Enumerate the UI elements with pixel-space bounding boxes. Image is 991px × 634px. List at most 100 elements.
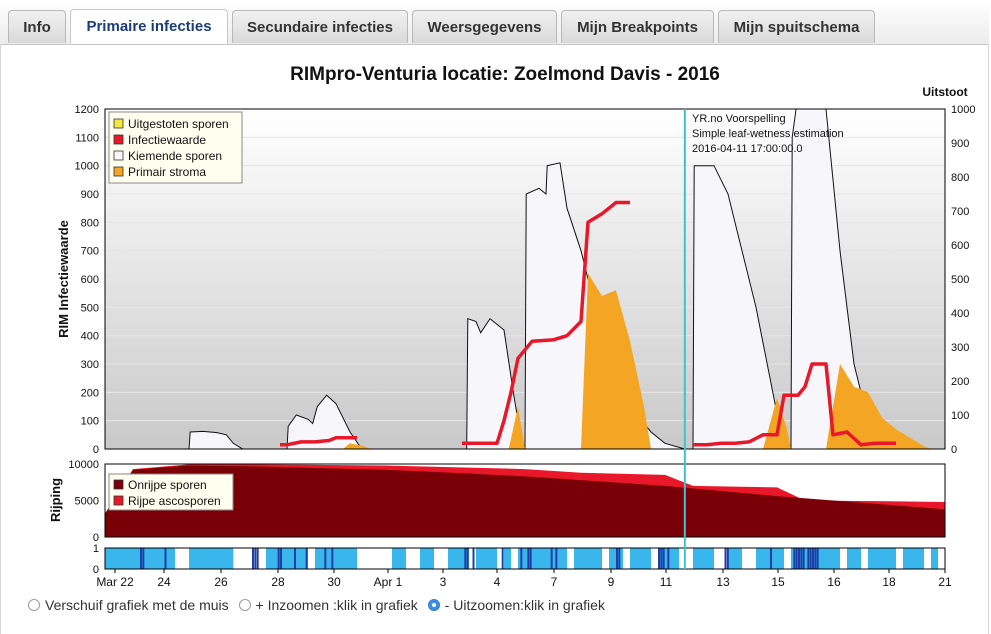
tab-info[interactable]: Info [8, 10, 66, 43]
legend-label: Rijpe ascosporen [128, 494, 221, 508]
left-tick-label: 1000 [75, 161, 99, 173]
rain-bar [724, 548, 727, 569]
right-tick-label: 400 [951, 308, 969, 320]
option-pan[interactable]: Verschuif grafiek met de muis [28, 597, 229, 613]
rain-bar [550, 548, 553, 569]
x-tick-label: 3 [440, 575, 447, 589]
ripening-legend: Onrijpe sporen Rijpe ascosporen [108, 473, 234, 511]
rain-bar [816, 548, 819, 569]
wetness-series [105, 548, 938, 569]
ripening-ylabel: Rijping [48, 478, 63, 522]
option-zoom-in[interactable]: + Inzoomen :klik in grafiek [238, 597, 418, 613]
rain-bar [464, 548, 467, 569]
rain-bar [802, 548, 805, 569]
left-tick-label: 600 [81, 274, 99, 286]
main-right-axis: 0 100 200 300 400 500 600 700 800 900 1000 [951, 104, 975, 456]
right-tick-label: 1000 [951, 104, 975, 116]
tab-weersgegevens[interactable]: Weersgegevens [412, 10, 557, 43]
legend-swatch [113, 479, 124, 490]
annotation-line-3: 2016-04-11 17:00:00.0 [692, 143, 803, 155]
right-tick-label: 900 [951, 138, 969, 150]
x-tick-label: 24 [157, 575, 171, 589]
rain-bar [305, 548, 308, 569]
rain-bar [616, 548, 618, 569]
legend-label: Onrijpe sporen [128, 478, 207, 492]
rain-bar [140, 548, 142, 569]
legend-swatch [113, 495, 124, 506]
leaf-wetness-bar [476, 548, 497, 569]
rain-bar [662, 548, 665, 569]
option-zoom-out-label: - Uitzoomen:klik in grafiek [444, 597, 605, 613]
rain-bar [667, 548, 670, 569]
right-tick-label: 200 [951, 376, 969, 388]
right-tick-label: 100 [951, 410, 969, 422]
x-tick-label: 26 [214, 575, 228, 589]
rain-bar [331, 548, 334, 569]
left-tick-label: 400 [81, 331, 99, 343]
legend-swatch [113, 134, 124, 145]
radio-zoom-in[interactable] [238, 599, 251, 611]
leaf-wetness-bar [847, 548, 861, 569]
rain-bar [527, 548, 530, 569]
leaf-wetness-bar [903, 548, 924, 569]
rain-bar [520, 548, 523, 569]
right-tick-label: 700 [951, 206, 969, 218]
x-tick-label: Mar 22 [96, 575, 134, 589]
x-tick-label: 18 [882, 575, 896, 589]
tab-mijn-breakpoints[interactable]: Mijn Breakpoints [561, 10, 714, 43]
wetness-tick-label: 1 [93, 543, 99, 555]
chart-controls: Verschuif grafiek met de muis + Inzoomen… [28, 597, 611, 614]
x-tick-label: 4 [494, 575, 501, 589]
rain-bar [800, 548, 803, 569]
rain-bar [809, 548, 812, 569]
leaf-wetness-bar [266, 548, 308, 569]
tab-primaire-infecties[interactable]: Primaire infecties [70, 9, 228, 44]
date-axis: Mar 22 24 26 28 30 Apr 1 3 4 7 9 11 13 15 16 18 21 [96, 569, 952, 589]
rain-bar [726, 548, 729, 569]
rain-bar [798, 548, 800, 569]
leaf-wetness-bar [518, 548, 567, 569]
right-tick-label: 600 [951, 240, 969, 252]
x-tick-label: 9 [608, 575, 615, 589]
rain-bar [529, 548, 532, 569]
tab-mijn-spuitschema[interactable]: Mijn spuitschema [718, 10, 875, 43]
rain-bar [277, 548, 280, 569]
x-tick-label: 7 [551, 575, 558, 589]
rain-bar [618, 548, 621, 569]
leaf-wetness-bar [315, 548, 357, 569]
rain-bar [658, 548, 660, 569]
option-zoom-in-label: + Inzoomen :klik in grafiek [255, 597, 418, 613]
rain-bar [252, 548, 254, 569]
x-tick-label: 11 [660, 575, 673, 589]
legend-label: Kiemende sporen [128, 149, 222, 163]
tab-secundaire-infecties[interactable]: Secundaire infecties [232, 10, 408, 43]
rain-bar [280, 548, 282, 569]
chart-title: RIMpro-Venturia locatie: Zoelmond Davis … [290, 64, 720, 85]
legend-swatch [113, 150, 124, 161]
rain-bar [501, 548, 504, 569]
right-axis-label: Uitstoot [922, 85, 967, 99]
x-tick-label: 28 [271, 575, 285, 589]
left-tick-label: 0 [93, 444, 99, 456]
rain-bar [812, 548, 814, 569]
x-tick-label: 15 [771, 575, 785, 589]
leaf-wetness-bar [574, 548, 602, 569]
radio-zoom-out[interactable] [427, 599, 440, 611]
left-tick-label: 1200 [75, 104, 99, 116]
left-tick-label: 500 [81, 302, 99, 314]
leaf-wetness-bar [931, 548, 938, 569]
x-tick-label: 30 [327, 575, 341, 589]
left-tick-label: 700 [81, 246, 99, 258]
rain-bar [466, 548, 469, 569]
option-zoom-out[interactable]: - Uitzoomen:klik in grafiek [427, 597, 605, 613]
legend-label: Infectiewaarde [128, 133, 206, 147]
main-left-axis: 0 100 200 300 400 500 600 700 800 900 1000 1100 1200 [75, 104, 99, 456]
radio-pan[interactable] [28, 599, 40, 611]
rimpro-chart[interactable]: RIMpro-Venturia locatie: Zoelmond Davis … [0, 44, 991, 634]
right-tick-label: 500 [951, 274, 969, 286]
rain-bar [256, 548, 259, 569]
rain-bar [795, 548, 798, 569]
rain-bar [324, 548, 327, 569]
left-tick-label: 200 [81, 387, 99, 399]
right-tick-label: 800 [951, 172, 969, 184]
